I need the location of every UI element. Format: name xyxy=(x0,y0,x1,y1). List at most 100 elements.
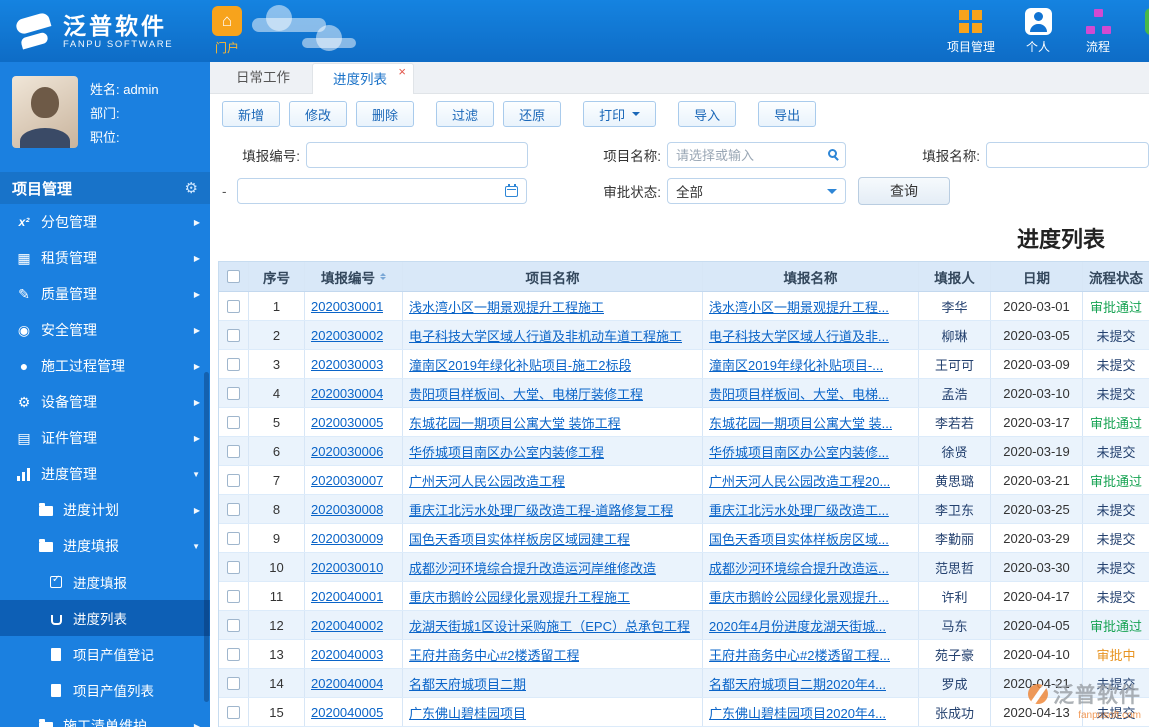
search-icon[interactable] xyxy=(828,149,837,158)
row-checkbox[interactable] xyxy=(227,415,240,429)
approval-status-select[interactable]: 全部 xyxy=(667,178,846,204)
report-name-link[interactable]: 电子科技大学区域人行道及非... xyxy=(709,326,889,345)
project-name-link[interactable]: 电子科技大学区域人行道及非机动车道工程施工 xyxy=(409,326,682,345)
tab-progress-list[interactable]: 进度列表 × xyxy=(312,63,414,94)
print-button[interactable]: 打印 xyxy=(583,101,657,127)
project-name-link[interactable]: 浅水湾小区一期景观提升工程施工 xyxy=(409,297,604,316)
nav-item-project-management[interactable]: 项目管理 xyxy=(947,8,995,55)
row-checkbox[interactable] xyxy=(227,618,240,632)
row-checkbox[interactable] xyxy=(227,531,240,545)
report-code-link[interactable]: 2020030002 xyxy=(311,328,383,343)
date-input[interactable] xyxy=(237,178,527,204)
project-name-link[interactable]: 东城花园一期项目公寓大堂 装饰工程 xyxy=(409,413,621,432)
sidebar-item-progress-report-group[interactable]: 进度填报 ▼ xyxy=(0,528,210,564)
delete-button[interactable]: 删除 xyxy=(356,101,415,127)
row-checkbox[interactable] xyxy=(227,589,240,603)
sidebar-item-construction-list[interactable]: 施工清单维护 ▶ xyxy=(0,708,210,727)
close-icon[interactable]: × xyxy=(398,65,406,78)
tab-daily-work[interactable]: 日常工作 xyxy=(214,62,312,93)
report-name-link[interactable]: 广州天河人民公园改造工程20... xyxy=(709,471,890,490)
query-button[interactable]: 查询 xyxy=(858,177,950,205)
report-name-input[interactable] xyxy=(986,142,1149,168)
nav-item-portal[interactable]: ⌂ 门户 xyxy=(212,6,242,56)
project-name-link[interactable]: 成都沙河环境综合提升改造运河岸维修改造 xyxy=(409,558,656,577)
restore-button[interactable]: 还原 xyxy=(503,101,562,127)
project-name-link[interactable]: 贵阳项目样板间、大堂、电梯厅装修工程 xyxy=(409,384,643,403)
sidebar-item-output-list[interactable]: 项目产值列表 xyxy=(0,672,210,708)
report-code-link[interactable]: 2020030010 xyxy=(311,560,383,575)
nav-item-personal[interactable]: 个人 xyxy=(1021,7,1055,55)
report-name-link[interactable]: 重庆江北污水处理厂级改造工... xyxy=(709,500,889,519)
sidebar-item-construction-process[interactable]: ● 施工过程管理 ▶ xyxy=(0,348,210,384)
gear-icon[interactable]: ⚙ xyxy=(185,179,198,197)
report-code-link[interactable]: 2020030001 xyxy=(311,299,383,314)
report-name-link[interactable]: 国色天香项目实体样板房区域... xyxy=(709,529,889,548)
report-code-link[interactable]: 2020040002 xyxy=(311,618,383,633)
project-name-link[interactable]: 重庆市鹅岭公园绿化景观提升工程施工 xyxy=(409,587,630,606)
select-all-checkbox[interactable] xyxy=(227,270,240,283)
project-name-link[interactable]: 名都天府城项目二期 xyxy=(409,674,526,693)
sidebar-item-safety[interactable]: ◉ 安全管理 ▶ xyxy=(0,312,210,348)
sidebar-item-equipment[interactable]: ⚙ 设备管理 ▶ xyxy=(0,384,210,420)
project-name-link[interactable]: 广州天河人民公园改造工程 xyxy=(409,471,565,490)
project-name-link[interactable]: 重庆江北污水处理厂级改造工程-道路修复工程 xyxy=(409,500,673,519)
modify-button[interactable]: 修改 xyxy=(289,101,348,127)
row-checkbox[interactable] xyxy=(227,299,240,313)
row-checkbox[interactable] xyxy=(227,328,240,342)
row-checkbox[interactable] xyxy=(227,676,240,690)
report-name-link[interactable]: 广东佛山碧桂园项目2020年4... xyxy=(709,703,886,722)
project-name-link[interactable]: 广东佛山碧桂园项目 xyxy=(409,703,526,722)
project-name-link[interactable]: 王府井商务中心#2楼透留工程 xyxy=(409,645,579,664)
row-checkbox[interactable] xyxy=(227,560,240,574)
filter-button[interactable]: 过滤 xyxy=(436,101,495,127)
sidebar-item-progress[interactable]: 进度管理 ▼ xyxy=(0,456,210,492)
import-button[interactable]: 导入 xyxy=(678,101,737,127)
report-code-link[interactable]: 2020030009 xyxy=(311,531,383,546)
calendar-icon[interactable] xyxy=(505,184,518,197)
add-button[interactable]: 新增 xyxy=(222,101,281,127)
report-no-input[interactable] xyxy=(306,142,528,168)
sidebar-item-subcontract[interactable]: x² 分包管理 ▶ xyxy=(0,204,210,240)
report-code-link[interactable]: 2020030004 xyxy=(311,386,383,401)
row-checkbox[interactable] xyxy=(227,647,240,661)
report-name-link[interactable]: 名都天府城项目二期2020年4... xyxy=(709,674,886,693)
project-name-input[interactable] xyxy=(667,142,846,168)
sidebar-item-quality[interactable]: ✎ 质量管理 ▶ xyxy=(0,276,210,312)
nav-item-workflow[interactable]: 流程 xyxy=(1081,8,1115,55)
report-code-link[interactable]: 2020030006 xyxy=(311,444,383,459)
report-name-link[interactable]: 东城花园一期项目公寓大堂 装... xyxy=(709,413,892,432)
report-code-link[interactable]: 2020030008 xyxy=(311,502,383,517)
report-code-link[interactable]: 2020040001 xyxy=(311,589,383,604)
report-code-link[interactable]: 2020030003 xyxy=(311,357,383,372)
project-name-link[interactable]: 潼南区2019年绿化补贴项目-施工2标段 xyxy=(409,355,631,374)
sidebar-item-progress-report[interactable]: 进度填报 xyxy=(0,564,210,600)
row-checkbox[interactable] xyxy=(227,502,240,516)
sort-icon[interactable] xyxy=(380,270,386,283)
report-name-link[interactable]: 2020年4月份进度龙湖天街城... xyxy=(709,616,886,635)
project-name-link[interactable]: 龙湖天街城1区设计采购施工（EPC）总承包工程 xyxy=(409,616,690,635)
row-checkbox[interactable] xyxy=(227,705,240,719)
report-name-link[interactable]: 浅水湾小区一期景观提升工程... xyxy=(709,297,889,316)
report-name-link[interactable]: 华侨城项目南区办公室内装修... xyxy=(709,442,889,461)
sidebar-item-certificate[interactable]: ▤ 证件管理 ▶ xyxy=(0,420,210,456)
row-checkbox[interactable] xyxy=(227,386,240,400)
export-button[interactable]: 导出 xyxy=(758,101,817,127)
sidebar-item-progress-list[interactable]: 进度列表 xyxy=(0,600,210,636)
project-name-link[interactable]: 国色天香项目实体样板房区域园建工程 xyxy=(409,529,630,548)
report-code-link[interactable]: 2020040005 xyxy=(311,705,383,720)
report-name-link[interactable]: 贵阳项目样板间、大堂、电梯... xyxy=(709,384,889,403)
report-name-link[interactable]: 成都沙河环境综合提升改造运... xyxy=(709,558,889,577)
report-name-link[interactable]: 重庆市鹅岭公园绿化景观提升... xyxy=(709,587,889,606)
row-checkbox[interactable] xyxy=(227,444,240,458)
report-name-link[interactable]: 潼南区2019年绿化补贴项目-... xyxy=(709,355,883,374)
report-code-link[interactable]: 2020040004 xyxy=(311,676,383,691)
report-code-link[interactable]: 2020030005 xyxy=(311,415,383,430)
sidebar-item-output-register[interactable]: 项目产值登记 xyxy=(0,636,210,672)
project-name-link[interactable]: 华侨城项目南区办公室内装修工程 xyxy=(409,442,604,461)
nav-item-people[interactable]: 人 xyxy=(1141,7,1149,55)
report-name-link[interactable]: 王府井商务中心#2楼透留工程... xyxy=(709,645,890,664)
row-checkbox[interactable] xyxy=(227,473,240,487)
report-code-link[interactable]: 2020040003 xyxy=(311,647,383,662)
report-code-link[interactable]: 2020030007 xyxy=(311,473,383,488)
sidebar-scrollbar[interactable] xyxy=(204,372,209,702)
